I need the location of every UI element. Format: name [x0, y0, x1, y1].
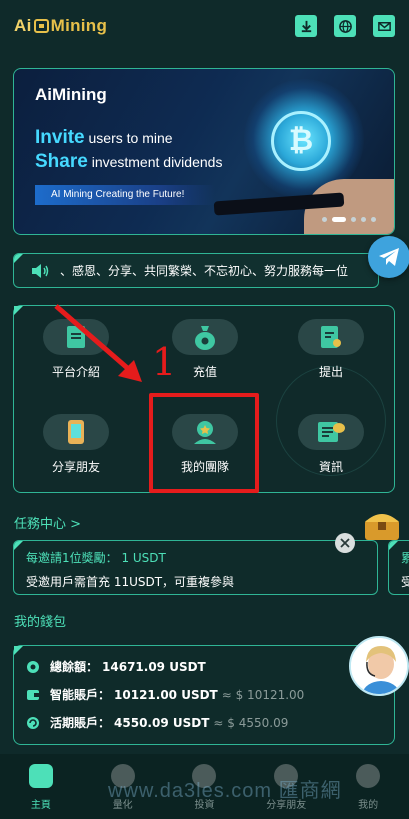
user-icon — [356, 764, 381, 788]
speaker-icon — [32, 263, 49, 278]
task-center-title[interactable]: 任務中心 > — [14, 513, 81, 532]
task-condition-text: 受邀用戶需首充 11USDT，可重複參與 — [26, 575, 235, 589]
annotation-arrow — [54, 304, 142, 382]
carousel-dot[interactable] — [361, 217, 366, 222]
annotation-highlight-box — [149, 393, 259, 493]
app-header: Ai Mining — [0, 0, 409, 52]
banner-invite-line: Invite users to mine — [35, 127, 173, 148]
announcement-text: 、感恩、分享、共同繁榮、不忘初心、努力服務每一位 — [60, 264, 349, 278]
wallet-total-row: 總餘額： 14671.09 USDT — [26, 658, 206, 675]
task-reward-text: 每邀請1位獎勵： 1 USDT — [26, 551, 166, 565]
wallet-title: 我的錢包 — [14, 615, 67, 630]
withdraw-doc-icon — [321, 326, 341, 348]
mail-icon[interactable] — [373, 15, 395, 37]
banner-tagline: AI Mining Creating the Future! — [35, 185, 215, 205]
news-icon — [318, 422, 345, 442]
carousel-dot[interactable] — [351, 217, 356, 222]
wallet-flex-row: 活期賬戶： 4550.09 USDT ≈ $ 4550.09 — [26, 714, 288, 731]
watermark-text: www.da3les.com 匯商網 — [108, 780, 342, 802]
home-icon — [28, 764, 53, 788]
carousel-indicator — [322, 217, 376, 222]
grid-item-news[interactable]: 資訊 — [276, 414, 386, 475]
close-icon[interactable] — [335, 533, 355, 553]
task-card-invite[interactable]: 每邀請1位獎勵： 1 USDT 受邀用戶需首充 11USDT，可重複參與 — [13, 540, 378, 595]
banner-logo: AiMining — [35, 85, 107, 104]
phone-share-icon — [68, 420, 84, 444]
annotation-number: 1 — [152, 340, 177, 384]
money-bag-icon — [195, 326, 215, 350]
telegram-icon[interactable] — [368, 236, 409, 278]
carousel-dot-active[interactable] — [332, 217, 346, 222]
refresh-icon — [26, 716, 40, 730]
bitcoin-icon: ₿ — [271, 111, 331, 171]
customer-support-avatar[interactable] — [349, 636, 409, 696]
globe-icon[interactable] — [334, 15, 356, 37]
announcement-bar[interactable]: 、感恩、分享、共同繁榮、不忘初心、努力服務每一位 — [13, 253, 379, 288]
balance-icon — [26, 660, 40, 674]
wallet-smart-row: 智能賬戶： 10121.00 USDT ≈ $ 10121.00 — [26, 686, 304, 703]
grid-item-share-friends[interactable]: 分享朋友 — [21, 414, 131, 475]
carousel-dot[interactable] — [371, 217, 376, 222]
wallet-icon — [26, 688, 40, 702]
carousel-dot[interactable] — [322, 217, 327, 222]
wallet-card: 總餘額： 14671.09 USDT 智能賬戶： 10121.00 USDT ≈… — [13, 645, 395, 745]
logo-mark-icon — [33, 19, 49, 33]
download-icon[interactable] — [295, 15, 317, 37]
nav-item-home[interactable]: 主頁 — [0, 754, 82, 819]
task-card-next[interactable]: 累 受 — [388, 540, 409, 595]
promo-banner[interactable]: ₿ AiMining Invite users to mine Share in… — [13, 68, 395, 235]
grid-item-withdraw[interactable]: 提出 — [276, 319, 386, 380]
app-logo[interactable]: Ai Mining — [14, 16, 107, 36]
treasure-chest-icon — [365, 514, 399, 540]
banner-share-line: Share investment dividends — [35, 151, 223, 172]
